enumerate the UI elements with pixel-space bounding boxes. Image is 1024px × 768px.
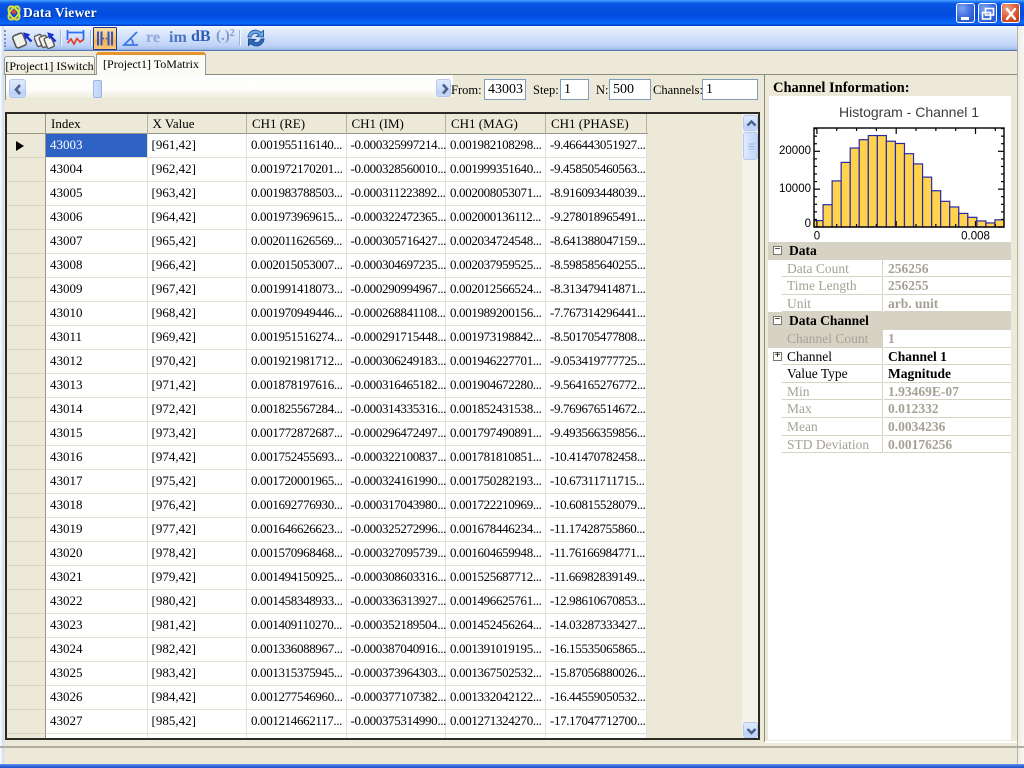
svg-text:0: 0 <box>805 218 811 230</box>
svg-text:20000: 20000 <box>779 145 811 157</box>
svg-text:Histogram - Channel 1: Histogram - Channel 1 <box>839 104 979 120</box>
svg-text:0: 0 <box>814 231 820 243</box>
svg-text:0.008: 0.008 <box>961 231 990 243</box>
svg-text:10000: 10000 <box>779 183 811 195</box>
